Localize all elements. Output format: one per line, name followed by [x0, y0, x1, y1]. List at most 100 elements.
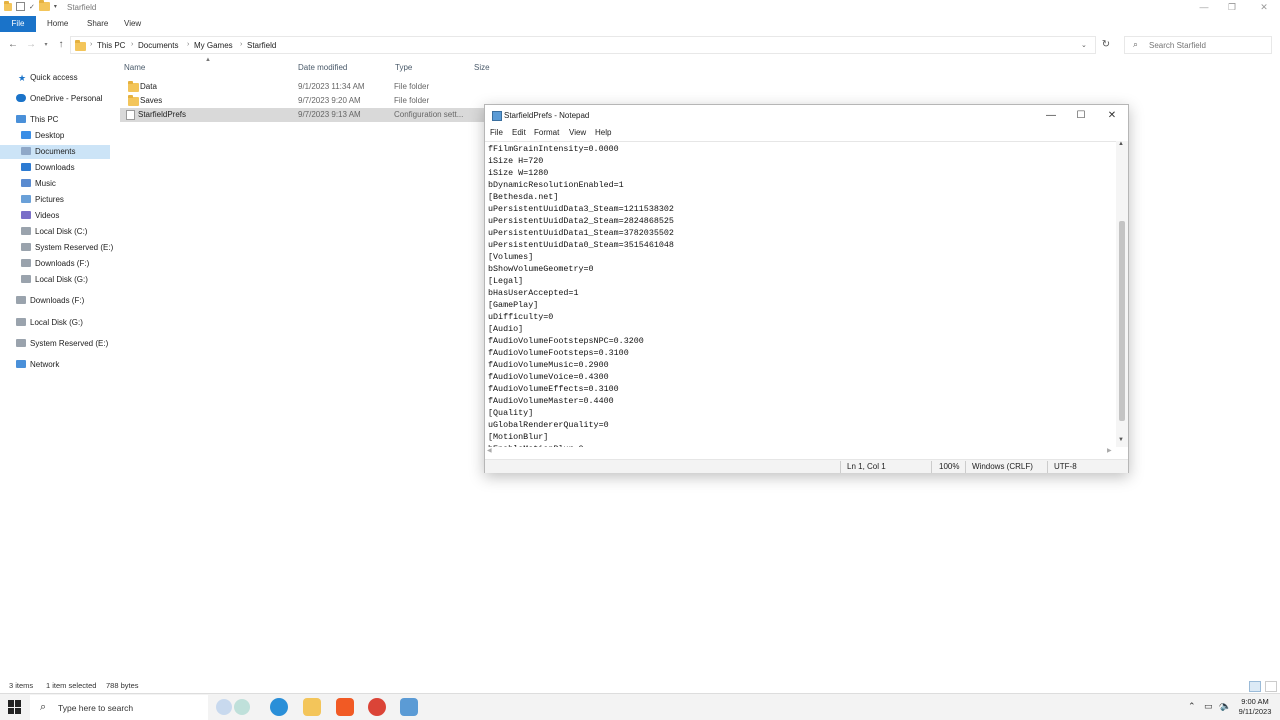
recent-locations-icon[interactable]: ▾ [39, 38, 53, 52]
properties-icon[interactable] [16, 2, 25, 11]
close-button[interactable]: ✕ [1097, 105, 1127, 127]
taskbar-clock[interactable]: 9:00 AM 9/11/2023 [1232, 697, 1278, 717]
line-endings: Windows (CRLF) [972, 462, 1033, 471]
refresh-icon[interactable]: ↻ [1097, 36, 1115, 54]
forward-arrow-icon[interactable]: → [24, 38, 38, 52]
nav-this-pc[interactable]: This PC [16, 113, 58, 127]
large-icons-view-icon[interactable] [1265, 681, 1277, 692]
menu-format[interactable]: Format [534, 128, 559, 137]
nav-quick-access[interactable]: ★ Quick access [18, 71, 78, 85]
minimize-button[interactable]: — [1036, 105, 1066, 127]
nav-music[interactable]: Music [21, 177, 56, 191]
chevron-up-icon[interactable]: ⌃ [1188, 701, 1196, 712]
search-input[interactable] [1149, 39, 1267, 51]
nav-local-disk-g[interactable]: Local Disk (G:) [21, 273, 88, 287]
tab-share[interactable]: Share [79, 16, 116, 32]
column-date-modified[interactable]: Date modified [298, 63, 347, 72]
menu-view[interactable]: View [569, 128, 586, 137]
nav-downloads[interactable]: Downloads [21, 161, 75, 175]
column-size[interactable]: Size [474, 63, 490, 72]
vertical-scrollbar[interactable]: ▲ ▼ [1116, 141, 1128, 447]
sort-up-icon: ▲ [205, 57, 211, 63]
maximize-button[interactable]: ☐ [1066, 105, 1096, 127]
column-name[interactable]: Name [124, 63, 145, 72]
taskbar-search[interactable]: ⌕ Type here to search [30, 695, 250, 720]
scroll-up-icon[interactable]: ▲ [1118, 141, 1124, 147]
nav-label: System Reserved (E:) [35, 243, 114, 252]
cloud-icon [16, 94, 26, 102]
up-arrow-icon[interactable]: ↑ [54, 38, 68, 52]
nav-local-disk-c[interactable]: Local Disk (C:) [21, 225, 87, 239]
nav-drive-downloads-f[interactable]: Downloads (F:) [16, 294, 84, 308]
address-box[interactable]: › This PC › Documents › My Games › Starf… [70, 36, 1096, 54]
nav-system-reserved-e[interactable]: System Reserved (E:) [21, 241, 113, 255]
nav-label: Local Disk (C:) [35, 227, 88, 236]
scroll-down-icon[interactable]: ▼ [1118, 437, 1124, 443]
address-dropdown-icon[interactable]: ⌄ [1081, 41, 1087, 49]
taskbar-search-placeholder: Type here to search [58, 703, 134, 713]
nav-downloads-f[interactable]: Downloads (F:) [21, 257, 89, 271]
menu-help[interactable]: Help [595, 128, 611, 137]
breadcrumb-starfield[interactable]: Starfield [247, 41, 276, 50]
search-highlight-icon [216, 699, 232, 715]
breadcrumb-my-games[interactable]: My Games [194, 41, 233, 50]
back-arrow-icon[interactable]: ← [6, 38, 20, 52]
notepad-icon[interactable] [400, 698, 418, 716]
restore-button[interactable]: ❐ [1216, 0, 1248, 16]
nav-label: Desktop [35, 131, 65, 140]
tab-file[interactable]: File [0, 16, 36, 32]
taskbar: ⌕ Type here to search ⌃ ▭ ◠ 🔈 9:00 AM 9/… [0, 693, 1280, 720]
nav-drive-local-disk-g[interactable]: Local Disk (G:) [16, 316, 83, 330]
scrollbar-thumb[interactable] [1119, 221, 1125, 421]
horizontal-scrollbar[interactable]: ◀ ▶ [485, 447, 1116, 457]
scroll-right-icon[interactable]: ▶ [1107, 447, 1112, 454]
file-row-selected[interactable]: StarfieldPrefs 9/7/2023 9:13 AM Configur… [120, 108, 490, 122]
nav-videos[interactable]: Videos [21, 209, 59, 223]
clock-date: 9/11/2023 [1238, 707, 1272, 716]
network-icon[interactable]: ▭ [1204, 701, 1213, 712]
notepad-title-bar[interactable]: StarfieldPrefs - Notepad — ☐ ✕ [485, 105, 1128, 127]
notepad-text-area[interactable]: fFilmGrainIntensity=0.0000 iSize H=720 i… [485, 141, 1116, 447]
text-content: fFilmGrainIntensity=0.0000 iSize H=720 i… [488, 144, 674, 447]
menu-edit[interactable]: Edit [512, 128, 526, 137]
file-row[interactable]: Saves 9/7/2023 9:20 AM File folder [120, 94, 490, 108]
notepad-status-bar: Ln 1, Col 1 100% Windows (CRLF) UTF-8 [485, 459, 1128, 473]
close-button[interactable]: ✕ [1248, 0, 1280, 16]
menu-file[interactable]: File [490, 128, 503, 137]
volume-icon[interactable]: 🔈 [1220, 701, 1231, 712]
chevron-down-icon[interactable]: ▾ [54, 3, 57, 10]
edge-icon[interactable] [270, 698, 288, 716]
nav-documents[interactable]: Documents [0, 145, 110, 159]
chrome-icon[interactable] [368, 698, 386, 716]
file-type: Configuration sett... [394, 110, 464, 119]
brave-icon[interactable] [336, 698, 354, 716]
address-bar-row: ← → ▾ ↑ › This PC › Documents › My Games… [0, 34, 1280, 56]
computer-icon [16, 115, 26, 123]
nav-label: System Reserved (E:) [30, 339, 109, 348]
nav-label: This PC [30, 115, 59, 124]
nav-pictures[interactable]: Pictures [21, 193, 64, 207]
search-highlight-icon [234, 699, 250, 715]
file-date: 9/7/2023 9:20 AM [298, 96, 361, 105]
file-row[interactable]: Data 9/1/2023 11:34 AM File folder [120, 80, 490, 94]
details-view-icon[interactable] [1249, 681, 1261, 692]
windows-start-icon[interactable] [8, 700, 22, 714]
scroll-left-icon[interactable]: ◀ [487, 447, 492, 454]
column-type[interactable]: Type [395, 63, 412, 72]
nav-drive-system-reserved-e[interactable]: System Reserved (E:) [16, 337, 108, 351]
new-folder-icon[interactable] [38, 0, 50, 11]
breadcrumb-this-pc[interactable]: This PC [97, 41, 125, 50]
notepad-icon [492, 111, 502, 121]
tab-home[interactable]: Home [39, 16, 76, 32]
nav-network[interactable]: Network [16, 358, 59, 372]
star-icon: ★ [18, 73, 27, 83]
file-name: StarfieldPrefs [138, 110, 187, 119]
file-explorer-icon[interactable] [303, 698, 321, 716]
pictures-icon [21, 195, 31, 203]
checkmark-icon[interactable]: ✓ [29, 3, 35, 11]
search-box[interactable]: ⌕ [1124, 36, 1272, 54]
nav-onedrive[interactable]: OneDrive - Personal [16, 92, 102, 106]
nav-desktop[interactable]: Desktop [21, 129, 64, 143]
breadcrumb-documents[interactable]: Documents [138, 41, 178, 50]
tab-view[interactable]: View [116, 16, 149, 32]
